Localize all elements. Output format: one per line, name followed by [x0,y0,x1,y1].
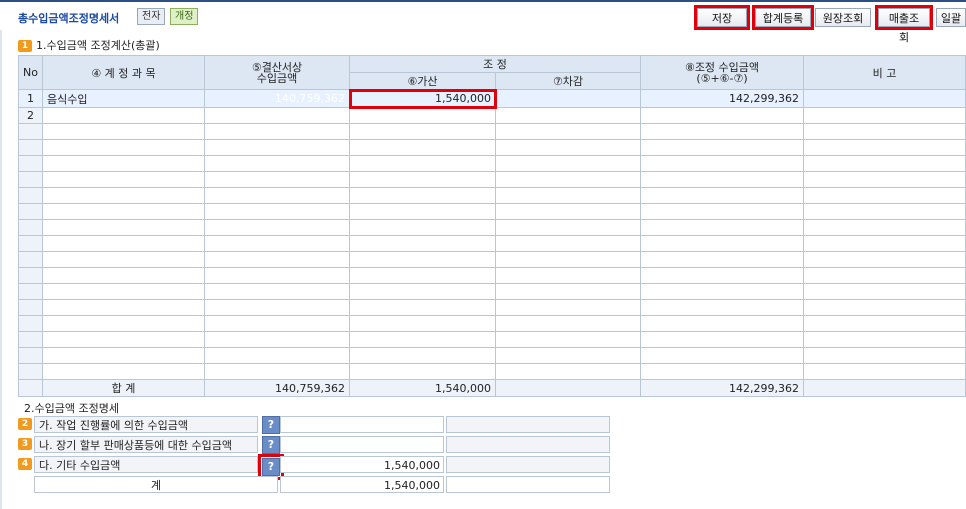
subtract-amount-cell[interactable] [495,89,641,108]
total-add-amount: 1,540,000 [349,379,496,397]
row-number: 1 [18,89,43,108]
col-adjustment: 조 정 [349,55,641,73]
note-cell[interactable] [803,89,966,108]
installment-sales-revenue-field[interactable] [280,436,444,453]
table-row[interactable]: 1 음식수입 140,759,362 1,540,000 142,299,362 [18,88,966,109]
work-progress-extra-field [446,416,610,433]
row-number: 2 [18,107,43,124]
subtract-amount-cell[interactable] [495,107,641,124]
empty-row[interactable] [18,331,966,348]
empty-row[interactable] [18,155,966,172]
other-revenue-label: 다. 기타 수입금액 [34,456,258,473]
item-number-icon: 3 [18,438,32,450]
section2-total-extra [446,476,610,493]
empty-row[interactable] [18,363,966,380]
top-bar: 총수입금액조정명세서 전자 개정 저장 합계등록 원장조회 매출조회 일괄 [0,0,966,44]
other-revenue-extra-field [446,456,610,473]
work-progress-revenue-label: 가. 작업 진행률에 의한 수입금액 [34,416,258,433]
total-label: 합 계 [42,379,205,397]
col-account-item: ④ 계 정 과 목 [42,55,205,90]
add-amount-cell[interactable] [349,107,496,124]
add-amount-cell[interactable]: 1,540,000 [348,88,497,109]
empty-row[interactable] [18,123,966,140]
empty-row[interactable] [18,171,966,188]
section1-heading: 1 1.수입금액 조정계산(총괄) [18,37,160,53]
badge-electronic[interactable]: 전자 [137,8,166,25]
account-item-cell[interactable] [42,107,205,124]
empty-row[interactable] [18,235,966,252]
section2-title: 2.수입금액 조정명세 [24,402,119,415]
total-subtract-amount [495,379,641,397]
revenue-adjustment-table: No ④ 계 정 과 목 ⑤결산서상 수입금액 조 정 ⑧조정 수입금액 (⑤+⑥-… [18,55,966,397]
total-register-button[interactable]: 합계등록 [752,5,814,30]
left-border [0,30,2,509]
col-subtract: ⑦차감 [495,72,641,90]
col-adjusted-revenue: ⑧조정 수입금액 (⑤+⑥-⑦) [640,55,804,90]
ledger-view-button[interactable]: 원장조회 [815,8,871,27]
note-cell[interactable] [803,107,966,124]
col-add: ⑥가산 [349,72,496,90]
total-adjusted-revenue: 142,299,362 [640,379,804,397]
section1-number-icon: 1 [18,40,32,52]
installment-sales-extra-field [446,436,610,453]
adjusted-revenue-cell: 142,299,362 [640,89,804,108]
adjusted-revenue-cell [640,107,804,124]
total-row: 합 계 140,759,362 1,540,000 142,299,362 [18,379,966,397]
empty-row[interactable] [18,267,966,284]
empty-row[interactable] [18,283,966,300]
work-progress-revenue-field[interactable] [280,416,444,433]
empty-row[interactable] [18,219,966,236]
empty-row[interactable] [18,299,966,316]
empty-row[interactable] [18,251,966,268]
empty-row[interactable] [18,139,966,156]
col-note: 비 고 [803,55,966,90]
empty-row[interactable] [18,203,966,220]
empty-row[interactable] [18,315,966,332]
book-revenue-cell[interactable] [204,107,350,124]
page-title: 총수입금액조정명세서 [18,12,120,25]
book-revenue-cell[interactable]: 140,759,362 [204,89,350,108]
empty-row[interactable] [18,347,966,364]
table-row[interactable]: 2 [18,107,966,124]
empty-row[interactable] [18,187,966,204]
batch-button[interactable]: 일괄 [936,8,966,27]
save-button[interactable]: 저장 [694,5,750,30]
help-icon[interactable]: ? [258,454,284,480]
section1-title: 1.수입금액 조정계산(총괄) [36,39,160,52]
col-no: No [18,55,43,90]
col-book-revenue: ⑤결산서상 수입금액 [204,55,350,90]
help-icon[interactable]: ? [262,416,280,434]
installment-sales-revenue-label: 나. 장기 할부 판매상품등에 대한 수입금액 [34,436,258,453]
help-icon[interactable]: ? [262,436,280,454]
section2-total-value: 1,540,000 [280,476,444,493]
item-number-icon: 2 [18,418,32,430]
total-book-revenue: 140,759,362 [204,379,350,397]
item-number-icon: 4 [18,458,32,470]
section2-total-label: 계 [34,476,278,493]
other-revenue-field[interactable]: 1,540,000 [280,456,444,473]
sales-view-button[interactable]: 매출조회 [875,5,933,44]
badge-revised[interactable]: 개정 [170,8,199,25]
account-item-cell[interactable]: 음식수입 [42,89,205,108]
